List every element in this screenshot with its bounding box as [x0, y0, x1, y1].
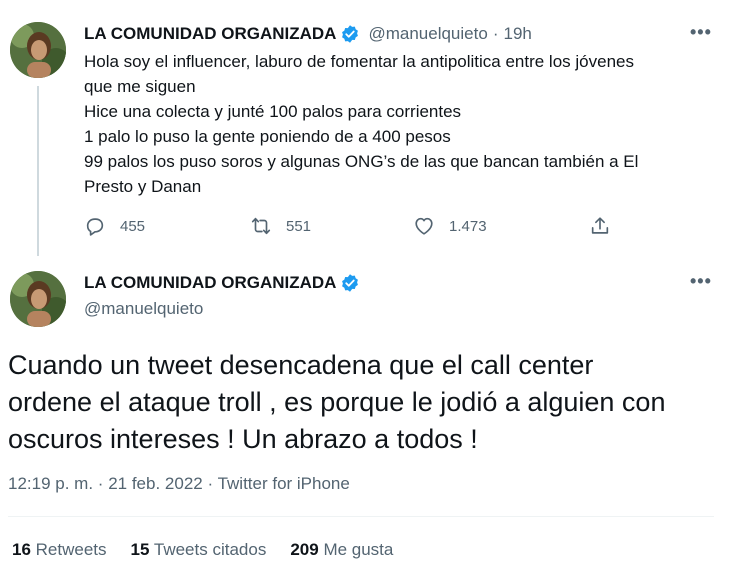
more-icon[interactable]: •••: [690, 271, 712, 292]
share-icon: [591, 217, 609, 234]
tweet-line: Hola soy el influencer, laburo de foment…: [84, 52, 634, 71]
verified-badge-icon: [342, 274, 359, 292]
main-tweet-header: LA COMUNIDAD ORGANIZADA: [84, 273, 360, 293]
header-separator: ·: [492, 24, 499, 43]
retweets-label: Retweets: [35, 540, 107, 559]
verified-badge-icon: [342, 25, 359, 43]
retweets-count: 16: [12, 540, 31, 559]
tweet-line: Cuando un tweet desencadena que el call …: [8, 350, 594, 380]
divider: [8, 516, 714, 517]
retweet-count: 551: [286, 217, 312, 235]
author-handle[interactable]: @manuelquieto: [84, 299, 203, 319]
author-name[interactable]: LA COMUNIDAD ORGANIZADA: [84, 24, 336, 44]
author-name[interactable]: LA COMUNIDAD ORGANIZADA: [84, 273, 336, 293]
author-handle[interactable]: @manuelquieto: [368, 24, 487, 44]
heart-icon: [415, 217, 433, 235]
reply-tweet-header: LA COMUNIDAD ORGANIZADA @manuelquieto · …: [84, 24, 532, 44]
tweet-line: 1 palo lo puso la gente poniendo de a 40…: [84, 127, 451, 146]
retweet-button[interactable]: 551: [250, 215, 311, 237]
quotes-label: Tweets citados: [153, 540, 267, 559]
reply-icon: [86, 218, 104, 236]
like-count: 1.473: [449, 217, 487, 235]
reply-count: 455: [120, 217, 146, 235]
tweet-line: Presto y Danan: [84, 177, 202, 196]
tweet-stats: 16 Retweets 15 Tweets citados 209 Me gus…: [12, 540, 393, 560]
avatar-photo: [10, 271, 66, 327]
tweet-source[interactable]: Twitter for iPhone: [218, 474, 350, 493]
like-button[interactable]: 1.473: [413, 215, 487, 237]
reply-button[interactable]: 455: [84, 215, 145, 237]
avatar-photo: [10, 22, 66, 78]
retweet-icon: [251, 217, 271, 235]
retweets-stat[interactable]: 16 Retweets: [12, 540, 107, 560]
tweet-date[interactable]: 21 feb. 2022: [108, 474, 203, 493]
thread-line: [37, 86, 39, 256]
likes-stat[interactable]: 209 Me gusta: [290, 540, 393, 560]
avatar[interactable]: [10, 22, 66, 78]
more-icon[interactable]: •••: [690, 22, 712, 43]
meta-separator: ·: [207, 474, 214, 493]
likes-label: Me gusta: [323, 540, 394, 559]
avatar[interactable]: [10, 271, 66, 327]
quotes-count: 15: [130, 540, 150, 559]
tweet-line: oscuros intereses ! Un abrazo a todos !: [8, 424, 478, 454]
reply-tweet-text: Hola soy el influencer, laburo de foment…: [84, 49, 638, 199]
tweet-line: 99 palos los puso soros y algunas ONG’s …: [84, 152, 639, 171]
likes-count: 209: [290, 540, 319, 559]
tweet-line: ordene el ataque troll , es porque le jo…: [8, 387, 666, 417]
tweet-line: que me siguen: [84, 77, 196, 96]
meta-separator: ·: [97, 474, 104, 493]
share-button[interactable]: [589, 215, 611, 237]
main-tweet-text: Cuando un tweet desencadena que el call …: [8, 347, 665, 458]
tweet-line: Hice una colecta y junté 100 palos para …: [84, 102, 462, 121]
quotes-stat[interactable]: 15 Tweets citados: [131, 540, 267, 560]
tweet-time[interactable]: 19h: [503, 24, 531, 44]
tweet-metadata: 12:19 p. m. · 21 feb. 2022 · Twitter for…: [8, 474, 350, 494]
tweet-time[interactable]: 12:19 p. m.: [8, 474, 93, 493]
